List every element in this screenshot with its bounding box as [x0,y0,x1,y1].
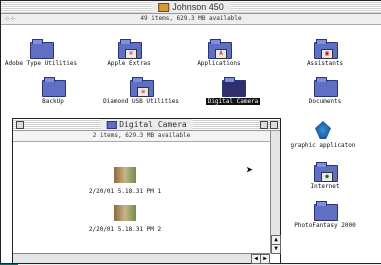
item-label: Diamond USB Utilities [103,98,179,105]
image-file-icon [114,205,136,221]
close-box-icon[interactable] [16,121,24,129]
disk-icon [158,2,170,12]
image-file-icon [114,167,136,183]
subwindow-title: Digital Camera [119,120,187,129]
item-backup[interactable]: BackUp [13,77,93,105]
item-label: BackUp [42,98,64,105]
window-status: 49 items, 629.3 MB available [140,15,242,22]
vertical-scrollbar[interactable]: ▲ ▼ [270,131,281,254]
item-label: Apple Extras [107,60,151,67]
subwindow-title-bar[interactable]: Digital Camera [13,119,280,131]
horizontal-scrollbar[interactable]: ◀ ▶ [13,253,270,264]
folder-icon: ▣ [314,39,338,59]
app-icon [315,121,331,139]
scroll-right-arrow-icon[interactable]: ▶ [260,254,270,264]
item-label: Applications [197,60,241,67]
item-label: graphic applicaton [290,142,356,149]
item-label: Internet [310,183,340,190]
item-documents[interactable]: Documents [285,77,365,105]
item-digital-camera[interactable]: Digital Camera [193,77,273,105]
item-label: Assistants [306,60,344,67]
mouse-pointer-icon: ➤ [246,163,254,177]
folder-icon [222,77,246,97]
item-diamond-usb-utilities[interactable]: ≡ Diamond USB Utilities [101,77,181,105]
file-label: 2/20/01 5.18.31 PM 1 [88,188,162,195]
window-title-bar[interactable]: Johnson 450 [1,1,381,14]
item-label: PhotoFantasy 2000 [294,222,356,229]
item-label: Documents [308,98,342,105]
folder-icon [42,77,66,97]
window-title: Johnson 450 [172,2,224,12]
folder-icon: A [208,39,232,59]
window-info-bar: ⁘⁘ 49 items, 629.3 MB available [1,14,381,25]
item-adobe-type-utilities[interactable]: Adobe Type Utilities [1,39,81,67]
folder-icon [30,39,54,59]
scroll-down-arrow-icon[interactable]: ▼ [271,244,281,254]
item-label: Adobe Type Utilities [4,60,78,67]
folder-icon: ● [314,162,338,182]
file-item-2[interactable]: 2/20/01 5.18.31 PM 2 [85,205,165,233]
folder-icon: ⌘ [118,39,142,59]
file-item-1[interactable]: 2/20/01 5.18.31 PM 1 [85,167,165,195]
folder-icon [314,77,338,97]
item-photofantasy-2000[interactable]: PhotoFantasy 2000 [285,201,365,229]
subwindow-status: 2 items, 629.3 MB available [13,131,270,142]
collapse-box-icon[interactable] [270,121,278,129]
file-label: 2/20/01 5.18.31 PM 2 [88,226,162,233]
folder-icon: ≡ [130,77,154,97]
item-assistants[interactable]: ▣ Assistants [285,39,365,67]
item-internet[interactable]: ● Internet [285,162,365,190]
folder-small-icon [106,120,117,129]
item-label: Digital Camera [205,98,261,105]
zoom-box-icon[interactable] [260,121,268,129]
item-graphic-applicaton[interactable]: graphic applicaton [283,121,363,149]
item-applications[interactable]: A Applications [179,39,259,67]
folder-icon [314,201,338,221]
finder-window-digital-camera[interactable]: Digital Camera 2 items, 629.3 MB availab… [12,118,281,264]
item-apple-extras[interactable]: ⌘ Apple Extras [89,39,169,67]
